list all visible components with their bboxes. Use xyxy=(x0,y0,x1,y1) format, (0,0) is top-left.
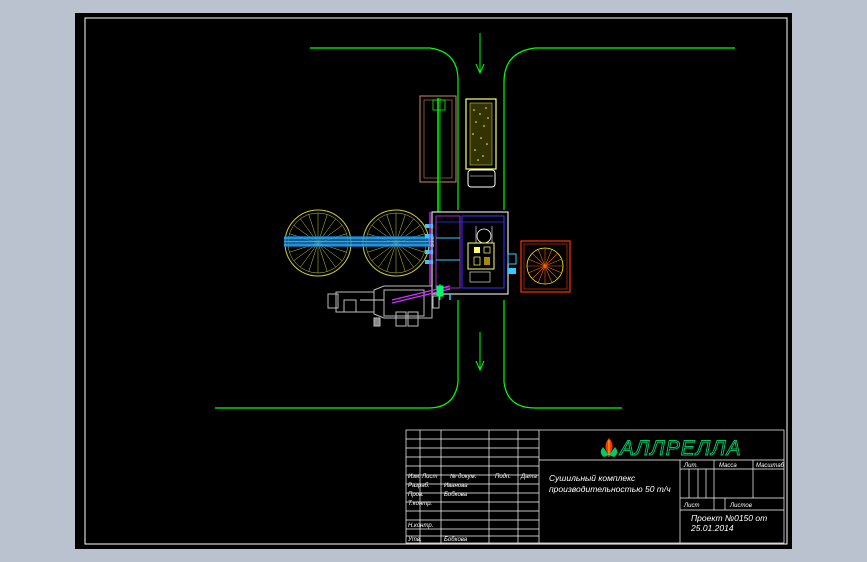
sign-name-0: Иванова xyxy=(444,483,468,489)
header-izm: Изм. xyxy=(408,474,421,480)
sign-role-4: Утв. xyxy=(407,537,422,543)
sign-role-0: Разраб. xyxy=(408,483,430,489)
sign-role-1: Пров. xyxy=(408,492,424,498)
header-list: Лист xyxy=(421,474,437,480)
header-sign: Подп. xyxy=(495,474,511,480)
label-sheet: Лист xyxy=(683,503,699,509)
header-scale: Масштаб xyxy=(756,463,785,469)
description-line2: производительностью 50 т/ч xyxy=(549,484,671,494)
description-line1: Сушильный комплекс xyxy=(549,473,636,483)
sign-role-2: Т.контр. xyxy=(408,501,432,507)
project-line2: 25.01.2014 xyxy=(690,523,734,533)
label-sheets: Листов xyxy=(729,503,752,509)
sign-role-3: Н.контр. xyxy=(408,523,433,529)
header-date: Дата xyxy=(520,474,537,480)
header-lit: Лит. xyxy=(683,463,698,469)
sign-name-4: Бобкова xyxy=(444,537,468,543)
header-doc: № докум. xyxy=(450,473,476,480)
brand-name: АЛЛРЕЛЛА xyxy=(618,437,742,460)
project-line1: Проект №0150 от xyxy=(691,513,767,523)
header-mass: Масса xyxy=(719,463,737,469)
cad-viewport: АЛЛРЕЛЛА Изм. Лист № докум. Подп. Дата Р… xyxy=(75,13,792,549)
conveyor-belt xyxy=(284,236,434,247)
sign-name-1: Бобкова xyxy=(444,492,468,498)
